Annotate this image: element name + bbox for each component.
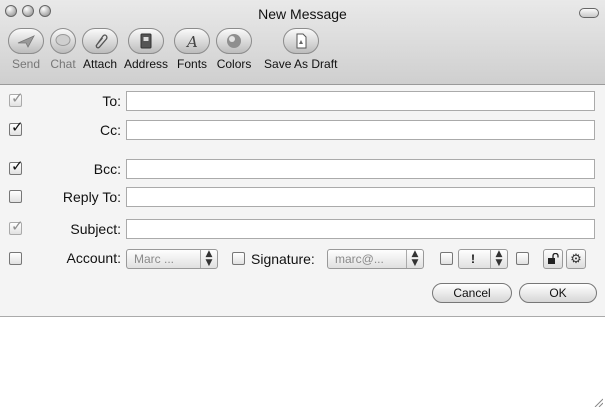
reply-to-label: Reply To: <box>62 189 121 205</box>
cancel-button[interactable]: Cancel <box>432 283 512 303</box>
account-label: Account: <box>66 250 121 266</box>
fonts-label: Fonts <box>177 57 208 71</box>
signature-checkbox[interactable] <box>232 252 245 265</box>
ok-button[interactable]: OK <box>519 283 597 303</box>
bcc-label: Bcc: <box>93 161 121 177</box>
toolbar-toggle-button[interactable] <box>579 8 599 18</box>
account-popup[interactable]: Marc ... ▲ ▼ <box>126 249 218 269</box>
subject-row: Subject: <box>0 216 605 242</box>
attach-button[interactable]: Attach <box>82 28 118 71</box>
attach-label: Attach <box>82 57 118 71</box>
lock-button[interactable] <box>543 249 563 269</box>
chat-icon <box>55 34 71 46</box>
subject-checkbox[interactable] <box>9 217 24 235</box>
new-message-window: New Message Send Chat Attach Address A F… <box>0 0 605 409</box>
color-wheel-icon <box>227 34 242 48</box>
cc-label: Cc: <box>100 122 121 138</box>
cc-checkbox[interactable] <box>9 118 24 136</box>
window-title: New Message <box>258 6 347 22</box>
reply-to-row: Reply To: <box>0 184 605 210</box>
resize-grip-icon[interactable] <box>593 397 603 407</box>
bcc-checkbox[interactable] <box>9 157 24 175</box>
fonts-button[interactable]: A Fonts <box>174 28 211 71</box>
reply-to-field[interactable] <box>126 187 595 207</box>
account-value: Marc ... <box>134 252 175 266</box>
gear-icon: ⚙ <box>570 251 582 267</box>
signature-label: Signature: <box>251 251 315 267</box>
address-book-icon <box>140 33 152 49</box>
priority-popup[interactable]: ! ▲ ▼ <box>458 249 508 269</box>
priority-checkbox[interactable] <box>440 252 453 265</box>
chat-button[interactable]: Chat <box>50 28 76 71</box>
send-icon <box>17 35 35 48</box>
address-label: Address <box>124 57 169 71</box>
chat-label: Chat <box>50 57 76 71</box>
reply-to-checkbox[interactable] <box>9 190 22 203</box>
send-label: Send <box>11 57 41 71</box>
colors-label: Colors <box>216 57 252 71</box>
address-button[interactable]: Address <box>124 28 168 71</box>
priority-value: ! <box>471 252 475 266</box>
account-row: Account: Marc ... ▲ ▼ Signature: marc@...… <box>0 247 605 273</box>
window-toolbar-area: New Message Send Chat Attach Address A F… <box>0 0 605 85</box>
unlocked-padlock-icon <box>548 253 559 264</box>
settings-action-button[interactable]: ⚙ <box>566 249 586 269</box>
send-button[interactable]: Send <box>8 28 44 71</box>
save-as-draft-label: Save As Draft <box>264 57 338 71</box>
subject-field[interactable] <box>126 219 595 239</box>
svg-text:A: A <box>185 33 198 50</box>
colors-button[interactable]: Colors <box>216 28 253 71</box>
subject-label: Subject: <box>70 221 121 237</box>
cc-field[interactable] <box>126 120 595 140</box>
paperclip-icon <box>95 34 108 49</box>
signature-value: marc@... <box>335 252 384 266</box>
to-checkbox[interactable] <box>9 89 24 107</box>
fonts-icon: A <box>185 33 198 50</box>
cc-row: Cc: <box>0 117 605 143</box>
to-field[interactable] <box>126 91 595 111</box>
save-draft-icon <box>296 33 307 49</box>
signature-popup[interactable]: marc@... ▲ ▼ <box>327 249 424 269</box>
popup-arrows-icon: ▲ ▼ <box>200 250 217 268</box>
toolbar: Send Chat Attach Address A Fonts Colors <box>8 28 343 71</box>
message-body[interactable] <box>0 317 605 409</box>
encryption-checkbox[interactable] <box>516 252 529 265</box>
bcc-field[interactable] <box>126 159 595 179</box>
to-row: To: <box>0 88 605 114</box>
save-as-draft-button[interactable]: Save As Draft <box>264 28 337 71</box>
to-label: To: <box>102 93 121 109</box>
account-checkbox[interactable] <box>9 252 22 265</box>
bcc-row: Bcc: <box>0 156 605 182</box>
popup-arrows-icon: ▲ ▼ <box>406 250 423 268</box>
popup-arrows-icon: ▲ ▼ <box>490 250 507 268</box>
